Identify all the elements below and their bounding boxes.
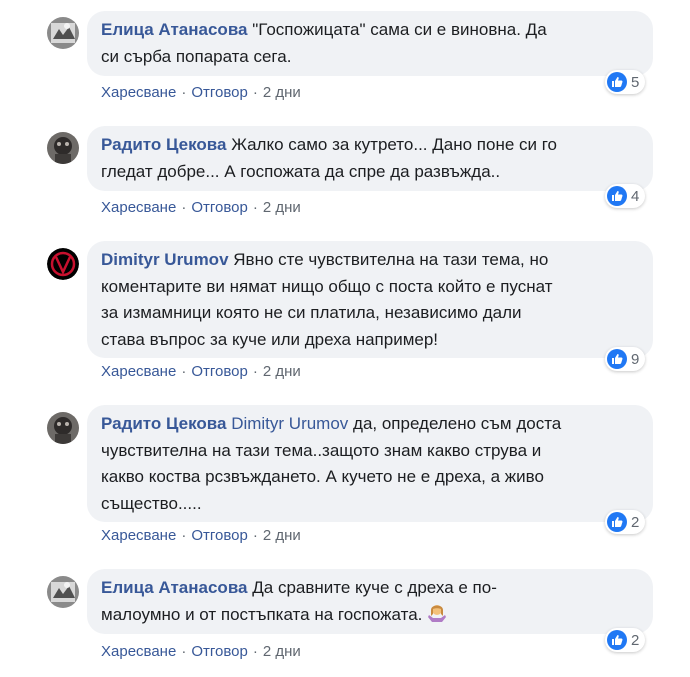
comment-text: гледат добре... А госпожата да спре да р… [101, 161, 501, 181]
separator: · [181, 363, 187, 380]
like-link[interactable]: Харесване [101, 363, 176, 380]
like-link[interactable]: Харесване [101, 84, 176, 101]
mention-link[interactable]: Dimityr Urumov [231, 414, 348, 433]
comment-text: да, определено съм доста [353, 414, 562, 433]
comment-text: за измамници която не си платила, незави… [101, 303, 522, 322]
reaction-summary[interactable]: 2 [605, 510, 646, 534]
comment-bubble: Dimityr Urumov Явно сте чувствителна на … [87, 241, 653, 358]
like-icon [607, 72, 627, 92]
reaction-count: 2 [631, 513, 640, 531]
comment-author[interactable]: Елица Атанасова [101, 578, 248, 597]
separator: · [252, 84, 258, 101]
comment-actions: Харесване · Отговор · 2 дни [101, 84, 301, 101]
like-icon [607, 349, 627, 369]
comment-text: коментарите ви нямат нищо общо с поста к… [101, 276, 553, 296]
reply-link[interactable]: Отговор [191, 84, 248, 101]
comment-text: същество..... [101, 493, 202, 513]
reply-link[interactable]: Отговор [191, 527, 248, 544]
comment-text: Явно сте чувствителна на тази тема, но [233, 250, 549, 269]
reaction-count: 9 [631, 350, 640, 368]
separator: · [181, 199, 187, 216]
timestamp[interactable]: 2 дни [263, 643, 301, 660]
reaction-count: 5 [631, 73, 640, 91]
separator: · [181, 527, 187, 544]
avatar[interactable] [47, 17, 79, 49]
separator: · [252, 363, 258, 380]
woman-shrugging-icon [426, 602, 448, 624]
like-icon [607, 186, 627, 206]
comment-text: какво коства рсзвъждането. А кучето не е… [101, 467, 544, 486]
timestamp[interactable]: 2 дни [263, 199, 301, 216]
reply-link[interactable]: Отговор [191, 199, 248, 216]
comment-bubble: Елица Атанасова Да сравните куче с дреха… [87, 569, 653, 634]
timestamp[interactable]: 2 дни [263, 527, 301, 544]
reaction-summary[interactable]: 2 [605, 628, 646, 652]
avatar[interactable] [47, 576, 79, 608]
separator: · [252, 527, 258, 544]
comment-text: Жалко само за кутрето... Дано поне си го [231, 135, 558, 154]
avatar[interactable] [47, 248, 79, 280]
comment-author[interactable]: Радито Цекова [101, 135, 226, 154]
timestamp[interactable]: 2 дни [263, 363, 301, 380]
reply-link[interactable]: Отговор [191, 363, 248, 380]
reaction-summary[interactable]: 5 [605, 70, 646, 94]
reaction-summary[interactable]: 9 [605, 347, 646, 371]
comment-actions: Харесване · Отговор · 2 дни [101, 199, 301, 216]
separator: · [181, 84, 187, 101]
reaction-count: 2 [631, 631, 640, 649]
comment-bubble: Радито Цекова Dimityr Urumov да, определ… [87, 405, 653, 522]
like-icon [607, 512, 627, 532]
comment-bubble: Радито Цекова Жалко само за кутрето... Д… [87, 126, 653, 191]
like-link[interactable]: Харесване [101, 643, 176, 660]
comment-actions: Харесване · Отговор · 2 дни [101, 527, 301, 544]
comment-author[interactable]: Dimityr Urumov [101, 250, 229, 269]
comment-bubble: Елица Атанасова "Госпожицата" сама си е … [87, 11, 653, 76]
timestamp[interactable]: 2 дни [263, 84, 301, 101]
comment-actions: Харесване · Отговор · 2 дни [101, 363, 301, 380]
comment-text: "Госпожицата" сама си е виновна. Да [252, 20, 547, 39]
comment-text: си сърба попарата сега. [101, 46, 292, 66]
like-link[interactable]: Харесване [101, 527, 176, 544]
separator: · [252, 199, 258, 216]
reaction-count: 4 [631, 187, 640, 205]
avatar[interactable] [47, 412, 79, 444]
comment-text: чувствителна на тази тема..защото знам к… [101, 440, 542, 460]
separator: · [181, 643, 187, 660]
comment-text: става въпрос за куче или дреха например! [101, 329, 439, 349]
avatar[interactable] [47, 132, 79, 164]
comment-author[interactable]: Радито Цекова [101, 414, 226, 433]
like-icon [607, 630, 627, 650]
reaction-summary[interactable]: 4 [605, 184, 646, 208]
comment-text: Да сравните куче с дреха е по- [252, 578, 497, 597]
separator: · [252, 643, 258, 660]
comment-text: малоумно и от постъпката на госпожата. [101, 604, 423, 624]
like-link[interactable]: Харесване [101, 199, 176, 216]
reply-link[interactable]: Отговор [191, 643, 248, 660]
comment-actions: Харесване · Отговор · 2 дни [101, 643, 301, 660]
comment-author[interactable]: Елица Атанасова [101, 20, 248, 39]
